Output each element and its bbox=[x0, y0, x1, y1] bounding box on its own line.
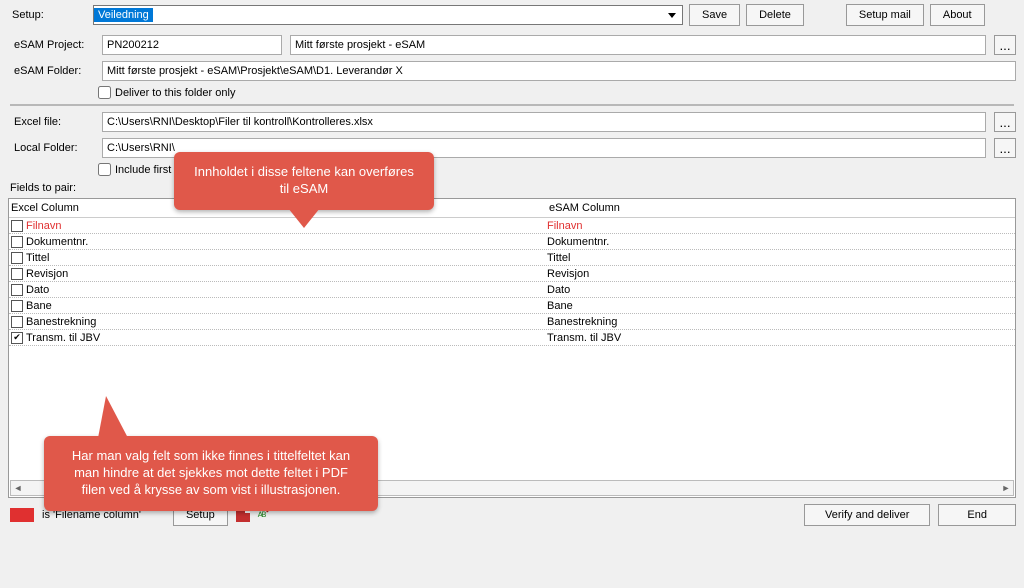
scroll-right-icon[interactable]: ► bbox=[999, 483, 1013, 493]
esam-column-cell: Tittel bbox=[547, 252, 1015, 264]
excel-column-cell: Revisjon bbox=[26, 268, 68, 280]
excel-column-cell: Tittel bbox=[26, 252, 49, 264]
setup-dropdown-selected: Veiledning bbox=[94, 8, 153, 22]
excel-column-cell: Dato bbox=[26, 284, 49, 296]
verify-deliver-button[interactable]: Verify and deliver bbox=[804, 504, 930, 526]
filename-legend-text: is 'Filename column' bbox=[42, 509, 141, 521]
delete-button[interactable]: Delete bbox=[746, 4, 804, 26]
excel-file-label: Excel file: bbox=[14, 116, 94, 128]
setup-dropdown[interactable]: Veiledning bbox=[93, 5, 683, 25]
esam-column-cell: Dato bbox=[547, 284, 1015, 296]
table-row[interactable]: Filnavn Filnavn bbox=[9, 218, 1015, 234]
esam-column-cell: Filnavn bbox=[547, 220, 1015, 232]
table-row[interactable]: Banestrekning Banestrekning bbox=[9, 314, 1015, 330]
esam-column-cell: Bane bbox=[547, 300, 1015, 312]
row-checkbox[interactable] bbox=[11, 220, 23, 232]
scroll-left-icon[interactable]: ◄ bbox=[11, 483, 25, 493]
excel-column-cell: Transm. til JBV bbox=[26, 332, 100, 344]
table-row[interactable]: Revisjon Revisjon bbox=[9, 266, 1015, 282]
deliver-only-label: Deliver to this folder only bbox=[115, 87, 235, 99]
row-checkbox[interactable] bbox=[11, 300, 23, 312]
table-row[interactable]: Dato Dato bbox=[9, 282, 1015, 298]
end-button[interactable]: End bbox=[938, 504, 1016, 526]
setup-mail-button[interactable]: Setup mail bbox=[846, 4, 924, 26]
include-first-checkbox[interactable] bbox=[98, 163, 111, 176]
filename-color-swatch bbox=[10, 508, 34, 522]
excel-column-cell: Dokumentnr. bbox=[26, 236, 88, 248]
setup-label: Setup: bbox=[12, 9, 87, 21]
fields-to-pair-label: Fields to pair: bbox=[0, 178, 1024, 198]
row-checkbox[interactable] bbox=[11, 252, 23, 264]
esam-column-header: eSAM Column bbox=[547, 199, 1015, 217]
excel-file-field[interactable] bbox=[102, 112, 986, 132]
excel-browse-button[interactable]: ... bbox=[994, 112, 1016, 132]
excel-column-cell: Filnavn bbox=[26, 220, 61, 232]
grid-header: Excel Column eSAM Column bbox=[9, 199, 1015, 218]
project-code-field[interactable] bbox=[102, 35, 282, 55]
callout-top: Innholdet i disse feltene kan overføres … bbox=[174, 152, 434, 210]
esam-column-cell: Revisjon bbox=[547, 268, 1015, 280]
excel-column-cell: Banestrekning bbox=[26, 316, 96, 328]
esam-project-label: eSAM Project: bbox=[14, 39, 94, 51]
row-checkbox[interactable] bbox=[11, 268, 23, 280]
table-row[interactable]: Bane Bane bbox=[9, 298, 1015, 314]
separator bbox=[10, 104, 1014, 106]
include-first-label: Include first bbox=[115, 164, 171, 176]
about-button[interactable]: About bbox=[930, 4, 985, 26]
table-row[interactable]: Tittel Tittel bbox=[9, 250, 1015, 266]
project-browse-button[interactable]: ... bbox=[994, 35, 1016, 55]
row-checkbox[interactable]: ✔ bbox=[11, 332, 23, 344]
esam-column-cell: Dokumentnr. bbox=[547, 236, 1015, 248]
excel-column-cell: Bane bbox=[26, 300, 52, 312]
esam-folder-field[interactable] bbox=[102, 61, 1016, 81]
project-name-field[interactable] bbox=[290, 35, 986, 55]
local-folder-label: Local Folder: bbox=[14, 142, 94, 154]
table-row[interactable]: Dokumentnr. Dokumentnr. bbox=[9, 234, 1015, 250]
row-checkbox[interactable] bbox=[11, 316, 23, 328]
table-row[interactable]: ✔Transm. til JBVTransm. til JBV bbox=[9, 330, 1015, 346]
row-checkbox[interactable] bbox=[11, 236, 23, 248]
esam-column-cell: Banestrekning bbox=[547, 316, 1015, 328]
callout-bottom: Har man valg felt som ikke finnes i titt… bbox=[44, 436, 378, 511]
row-checkbox[interactable] bbox=[11, 284, 23, 296]
local-browse-button[interactable]: ... bbox=[994, 138, 1016, 158]
save-button[interactable]: Save bbox=[689, 4, 740, 26]
deliver-only-checkbox[interactable] bbox=[98, 86, 111, 99]
esam-column-cell: Transm. til JBV bbox=[547, 332, 1015, 344]
esam-folder-label: eSAM Folder: bbox=[14, 65, 94, 77]
